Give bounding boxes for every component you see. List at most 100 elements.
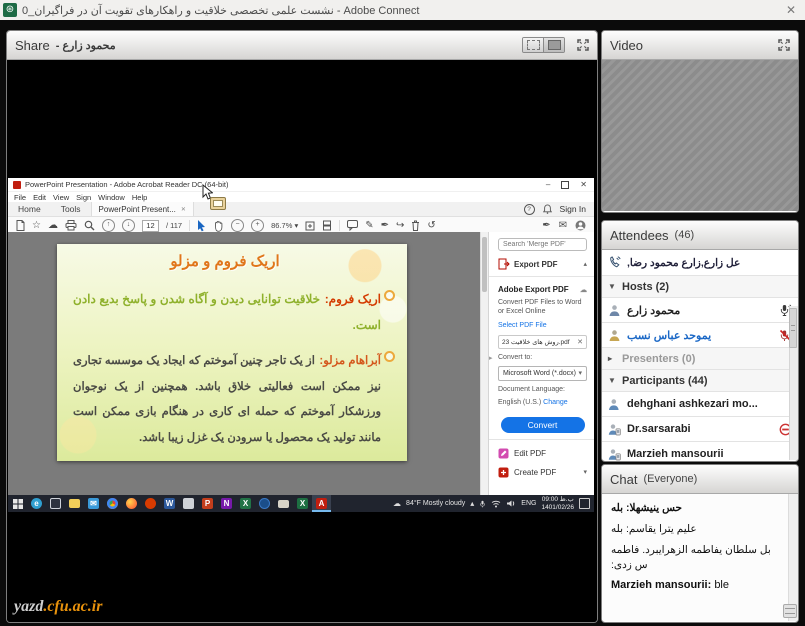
menu-edit[interactable]: Edit [33,193,46,202]
window-close-button[interactable]: ✕ [786,3,796,17]
tab-home[interactable]: Home [8,204,51,214]
export-pdf-tool-row[interactable]: Export PDF ▴ [498,258,587,270]
email-icon[interactable]: ✉ [559,221,567,231]
chat-scrollbar[interactable] [788,494,798,621]
language-indicator[interactable]: ENG [521,500,536,507]
taskbar-file-explorer[interactable] [65,495,84,512]
pencil-annotate-icon[interactable]: ✎ [365,221,373,231]
zoom-in-icon[interactable]: + [251,219,264,232]
action-center-icon[interactable] [579,498,590,509]
chat-scrollbar-grip[interactable] [783,604,797,618]
search-icon[interactable] [84,220,95,231]
create-pdf-tool[interactable]: Create PDF ▾ [498,467,587,478]
video-fullscreen-icon[interactable] [778,39,790,51]
tray-wifi-icon[interactable] [491,499,501,508]
tab-document[interactable]: PowerPoint Present... ✕ [91,202,194,216]
create-pdf-caret-icon[interactable]: ▾ [583,468,587,476]
next-page-icon[interactable]: ↓ [122,219,135,232]
sign-in-button[interactable]: Sign In [560,204,586,214]
select-tool-icon[interactable] [197,220,206,232]
tab-tools[interactable]: Tools [51,204,91,214]
undo-icon[interactable]: ↺ [427,221,435,231]
tray-chevron-icon[interactable]: ▴ [470,499,474,508]
tray-clock[interactable]: 09:00 ب.ظ 1401/02/26 [541,496,574,512]
participants-section-header[interactable]: ▼ Participants (44) [602,370,798,392]
taskbar-printer-app[interactable] [274,495,293,512]
taskbar-globe-app[interactable] [255,495,274,512]
acrobat-minimize-button[interactable]: – [546,180,550,189]
participant-row[interactable]: Dr.sarsarabi [602,417,798,442]
taskbar-word[interactable]: W [160,495,179,512]
save-file-icon[interactable] [16,220,25,231]
notifications-bell-icon[interactable] [543,204,552,214]
taskbar-edge[interactable]: e [27,495,46,512]
taskbar-powerpoint[interactable]: P [198,495,217,512]
fill-sign-tool-icon[interactable]: ✒ [381,221,389,231]
menu-file[interactable]: File [14,193,26,202]
star-favorites-icon[interactable]: ☆ [32,221,41,231]
menu-help[interactable]: Help [132,193,147,202]
edit-pdf-tool[interactable]: Edit PDF [498,448,587,459]
taskbar-store[interactable] [46,495,65,512]
share-view-actual-icon[interactable] [543,38,564,52]
cloud-share-icon[interactable]: ☁ [48,221,58,231]
tray-mic-icon[interactable] [479,499,486,509]
document-scrollbar[interactable] [480,232,488,495]
document-scrollbar-thumb[interactable] [482,237,487,292]
chat-messages[interactable]: حس ینیشهلا: بله علیم یترا یقاسم: بله بل … [602,494,798,621]
acrobat-maximize-button[interactable] [561,181,569,189]
format-select[interactable]: Microsoft Word (*.docx) ▾ [498,366,587,381]
fill-sign-icon[interactable]: ✒ [542,221,550,231]
tab-document-close-icon[interactable]: ✕ [181,206,186,213]
taskbar-excel-file[interactable]: X [293,495,312,512]
host-row-1[interactable]: محمود زارع [602,298,798,323]
fit-width-icon[interactable] [305,221,315,231]
tools-search-input[interactable] [498,238,587,251]
taskbar-mail[interactable]: ✉ [84,495,103,512]
participant-row[interactable]: Marzieh mansourii [602,442,798,462]
panel-collapse-icon[interactable]: ▸ [489,354,493,362]
attendees-scrollbar[interactable] [789,306,798,460]
hosts-collapse-icon[interactable]: ▼ [608,282,616,291]
menu-sign[interactable]: Sign [76,193,91,202]
presenters-collapse-icon[interactable]: ▸ [608,354,616,363]
taskbar-chrome[interactable] [103,495,122,512]
taskbar-document[interactable] [179,495,198,512]
change-language-link[interactable]: Change [543,399,568,406]
taskbar-excel[interactable]: X [236,495,255,512]
previous-page-icon[interactable]: ↑ [102,219,115,232]
remove-file-icon[interactable]: ✕ [577,338,583,346]
pdf-document-area[interactable]: اریک فروم و مزلو اریک فروم: خلاقیت توانا… [8,232,488,495]
participants-collapse-icon[interactable]: ▼ [608,376,616,385]
taskbar-firefox[interactable] [122,495,141,512]
trash-icon[interactable] [411,220,420,231]
account-person-icon[interactable] [575,220,586,231]
selected-file-chip[interactable]: 23 روش های خلاقیت.pdf ✕ [498,335,587,349]
menu-view[interactable]: View [53,193,69,202]
hand-tool-icon[interactable] [213,220,224,232]
send-share-icon[interactable]: ↪ [396,221,404,231]
select-pdf-file-link[interactable]: Select PDF File [498,321,587,330]
host-row-2[interactable]: یموحد عباس نسب [602,323,798,348]
tray-speaker-icon[interactable] [506,499,516,508]
start-button[interactable] [8,495,27,512]
taskbar-onenote[interactable]: N [217,495,236,512]
page-number-input[interactable]: 12 [142,220,159,232]
zoom-level-dropdown[interactable]: 86.7% ▾ [271,221,298,230]
attendees-scrollbar-thumb[interactable] [789,308,797,348]
menu-window[interactable]: Window [98,193,125,202]
print-icon[interactable] [65,220,77,231]
comment-icon[interactable] [347,220,358,231]
share-fullscreen-icon[interactable] [577,39,589,51]
convert-button[interactable]: Convert [501,417,585,433]
weather-status[interactable]: 84°F Mostly cloudy [406,500,465,507]
scroll-mode-icon[interactable] [322,220,332,231]
taskbar-adobe-reader-active[interactable]: A [312,495,331,512]
acrobat-close-button[interactable]: ✕ [580,180,587,189]
presenters-section-header[interactable]: ▸ Presenters (0) [602,348,798,370]
share-view-fit-icon[interactable] [523,38,543,52]
zoom-out-icon[interactable]: − [231,219,244,232]
help-icon[interactable]: ? [524,204,535,215]
hosts-section-header[interactable]: ▼ Hosts (2) [602,276,798,298]
taskbar-office[interactable] [141,495,160,512]
